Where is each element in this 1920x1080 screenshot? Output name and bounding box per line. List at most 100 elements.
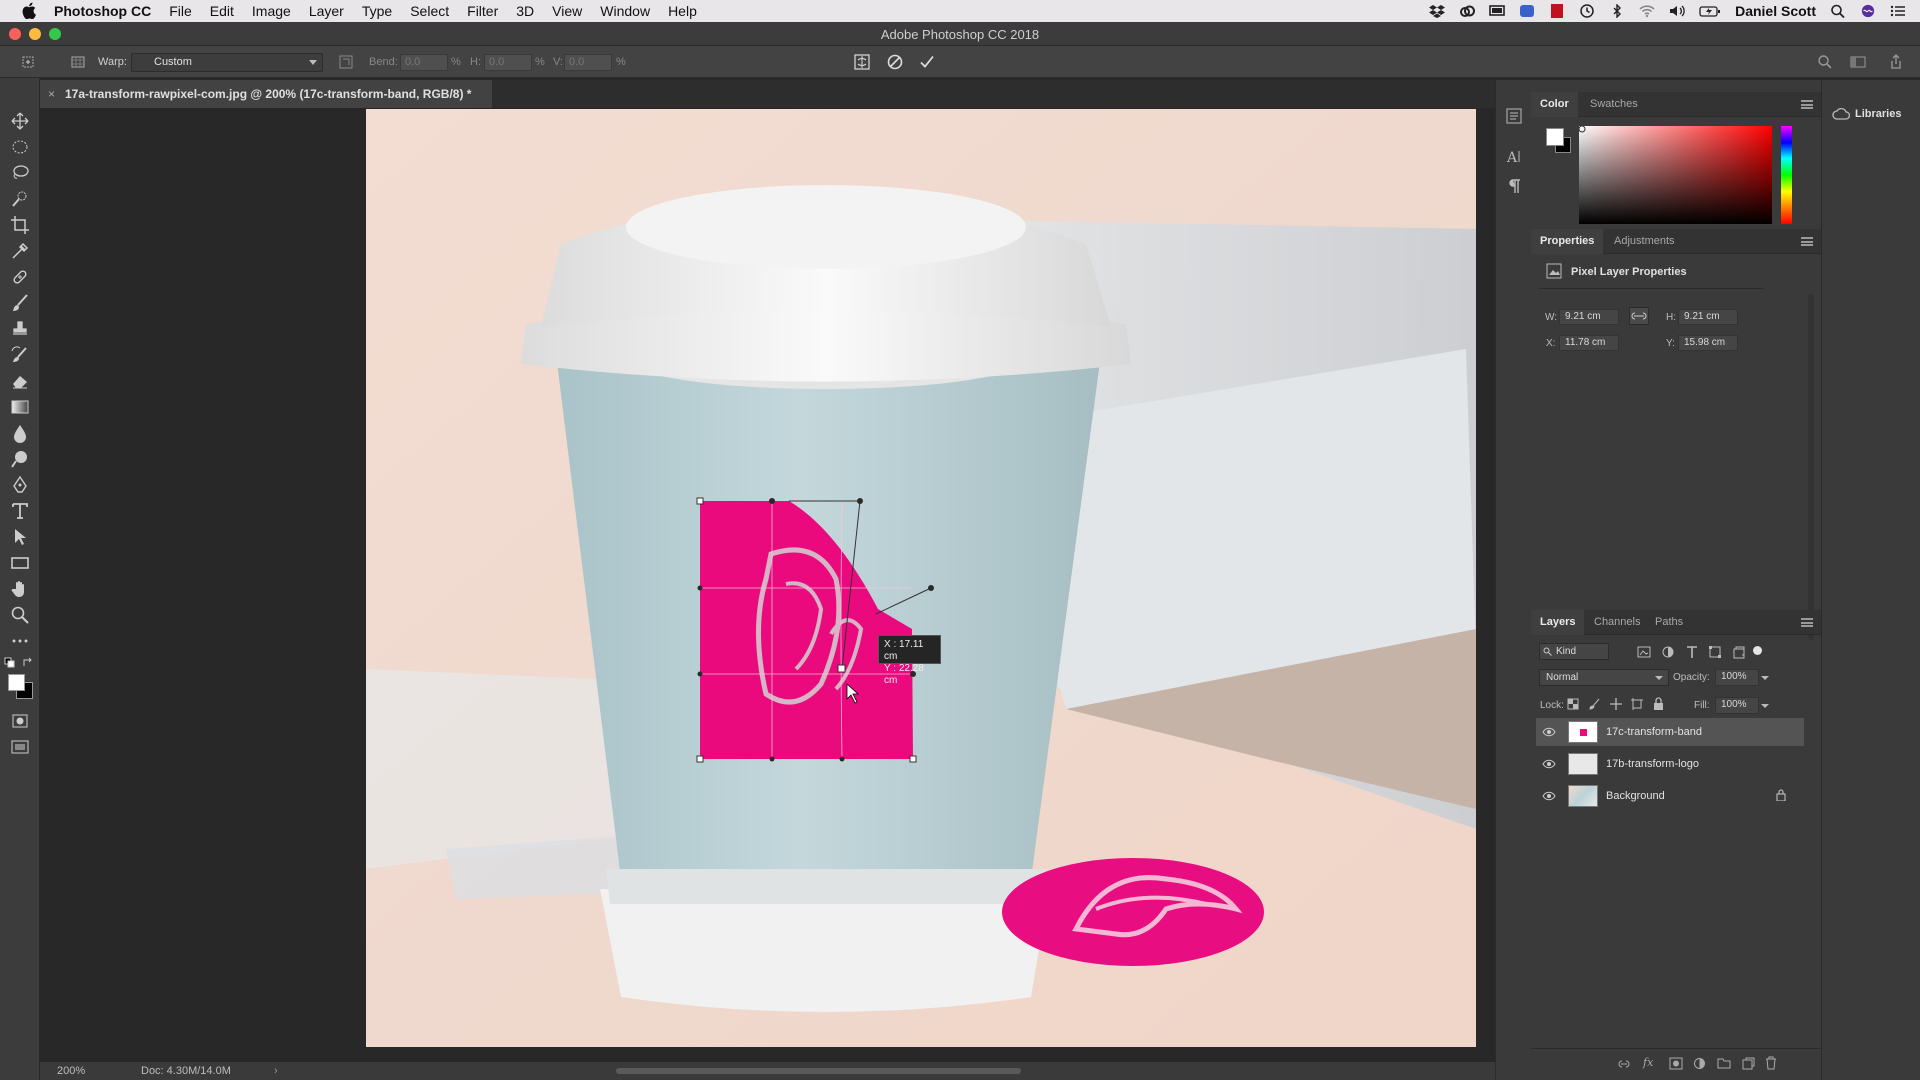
filter-toggle-icon[interactable] [1753, 646, 1762, 655]
document-canvas[interactable]: X : 17.11 cm Y : 22.28 cm [366, 109, 1476, 1047]
menu-layer[interactable]: Layer [309, 3, 344, 19]
libraries-label[interactable]: Libraries [1855, 108, 1901, 120]
visibility-eye-icon[interactable] [1542, 790, 1556, 802]
opacity-chevron-icon[interactable] [1761, 676, 1769, 680]
layer-row-background[interactable]: Background [1536, 782, 1804, 810]
search-icon[interactable] [1817, 54, 1833, 70]
pen-tool-icon[interactable] [10, 475, 30, 495]
tab-color[interactable]: Color [1531, 92, 1578, 117]
menu-view[interactable]: View [552, 3, 582, 19]
link-dimensions-icon[interactable] [1629, 307, 1649, 325]
layer-name[interactable]: 17c-transform-band [1606, 726, 1702, 738]
record-icon[interactable] [1549, 4, 1565, 18]
properties-panel-menu-icon[interactable] [1801, 237, 1813, 246]
app-menu[interactable]: Photoshop CC [54, 3, 151, 19]
menu-3d[interactable]: 3D [516, 3, 534, 19]
type-tool-icon[interactable] [10, 501, 30, 521]
lock-transparent-pixels-icon[interactable] [1567, 698, 1579, 710]
siri-icon[interactable] [1860, 4, 1876, 18]
lock-all-icon[interactable] [1653, 697, 1664, 710]
workspace-icon[interactable] [1850, 54, 1866, 70]
filter-adjustment-icon[interactable] [1661, 645, 1675, 659]
zoom-tool-icon[interactable] [10, 605, 30, 625]
default-colors-icon[interactable] [4, 657, 20, 671]
blend-mode-select[interactable]: Normal [1539, 669, 1669, 686]
commit-transform-icon[interactable] [918, 53, 936, 71]
quick-mask-icon[interactable] [10, 711, 30, 731]
path-selection-tool-icon[interactable] [10, 527, 30, 547]
status-menu-arrow-icon[interactable]: › [274, 1065, 278, 1077]
opacity-field[interactable]: 100% [1715, 669, 1759, 686]
x-position-field[interactable]: 11.78 cm [1559, 335, 1619, 351]
vertical-distortion-input[interactable]: 0.0 [564, 54, 612, 71]
color-panel-menu-icon[interactable] [1801, 100, 1813, 109]
spotlight-icon[interactable] [1830, 4, 1846, 18]
tab-swatches[interactable]: Swatches [1581, 92, 1647, 117]
filter-pixel-icon[interactable] [1637, 645, 1651, 659]
tab-paths[interactable]: Paths [1646, 610, 1692, 635]
volume-icon[interactable] [1669, 4, 1685, 18]
blur-tool-icon[interactable] [10, 423, 30, 443]
layer-name[interactable]: Background [1606, 790, 1665, 802]
bluetooth-icon[interactable] [1609, 4, 1625, 18]
clone-stamp-tool-icon[interactable] [10, 319, 30, 339]
bend-input[interactable]: 0.0 [400, 54, 448, 71]
libraries-icon[interactable] [1832, 107, 1850, 121]
new-layer-icon[interactable] [1742, 1057, 1755, 1070]
visibility-eye-icon[interactable] [1542, 758, 1556, 770]
filter-type-icon[interactable] [1685, 645, 1699, 659]
color-foreground-swatch[interactable] [1546, 128, 1564, 146]
move-tool-icon[interactable] [10, 111, 30, 131]
crop-tool-icon[interactable] [10, 215, 30, 235]
lasso-tool-icon[interactable] [10, 163, 30, 183]
display-icon[interactable] [1489, 4, 1505, 18]
lock-image-pixels-icon[interactable] [1589, 698, 1601, 710]
healing-brush-tool-icon[interactable] [10, 267, 30, 287]
menu-help[interactable]: Help [668, 3, 697, 19]
battery-icon[interactable] [1699, 4, 1721, 18]
dropbox-icon[interactable] [1429, 4, 1446, 18]
hue-slider[interactable] [1781, 126, 1792, 224]
history-panel-icon[interactable] [1506, 108, 1522, 124]
character-panel-icon[interactable]: A [1506, 148, 1522, 164]
brush-tool-icon[interactable] [10, 293, 30, 313]
menu-select[interactable]: Select [410, 3, 449, 19]
fill-field[interactable]: 100% [1715, 697, 1759, 714]
document-tab[interactable]: × 17a-transform-rawpixel-com.jpg @ 200% … [40, 80, 492, 108]
layer-effects-icon[interactable]: fx [1643, 1056, 1653, 1069]
menu-window[interactable]: Window [600, 3, 650, 19]
layers-panel-menu-icon[interactable] [1801, 618, 1813, 627]
menu-filter[interactable]: Filter [467, 3, 498, 19]
layer-row-band[interactable]: 17c-transform-band [1536, 718, 1804, 746]
tab-channels[interactable]: Channels [1585, 610, 1649, 635]
delete-layer-icon[interactable] [1765, 1056, 1777, 1070]
eyedropper-tool-icon[interactable] [10, 241, 30, 261]
eraser-tool-icon[interactable] [10, 371, 30, 391]
menu-edit[interactable]: Edit [210, 3, 234, 19]
cloud-app-icon[interactable] [1519, 4, 1535, 18]
tab-properties[interactable]: Properties [1531, 229, 1604, 254]
width-field[interactable]: 9.21 cm [1559, 309, 1619, 325]
new-group-icon[interactable] [1717, 1057, 1731, 1069]
filter-shape-icon[interactable] [1708, 645, 1722, 659]
tab-adjustments[interactable]: Adjustments [1605, 229, 1684, 254]
color-spectrum-field[interactable] [1579, 126, 1772, 224]
add-mask-icon[interactable] [1669, 1057, 1683, 1070]
creative-cloud-icon[interactable] [1459, 4, 1476, 18]
canvas-area[interactable]: X : 17.11 cm Y : 22.28 cm [40, 108, 1495, 1054]
gradient-tool-icon[interactable] [10, 397, 30, 417]
close-tab-icon[interactable]: × [48, 80, 55, 108]
height-field[interactable]: 9.21 cm [1678, 309, 1738, 325]
zoom-level[interactable]: 200% [57, 1065, 85, 1077]
fill-chevron-icon[interactable] [1761, 704, 1769, 708]
apple-icon[interactable] [20, 2, 38, 20]
hand-tool-icon[interactable] [10, 579, 30, 599]
filter-smart-object-icon[interactable] [1732, 645, 1746, 659]
menu-type[interactable]: Type [362, 3, 392, 19]
lock-artboard-icon[interactable] [1631, 698, 1643, 710]
transform-tool-icon[interactable] [20, 54, 36, 70]
toggle-warp-mode-icon[interactable] [853, 53, 871, 71]
horizontal-scrollbar[interactable] [616, 1068, 1021, 1074]
tab-layers[interactable]: Layers [1531, 610, 1585, 635]
more-tools-icon[interactable] [10, 631, 30, 651]
